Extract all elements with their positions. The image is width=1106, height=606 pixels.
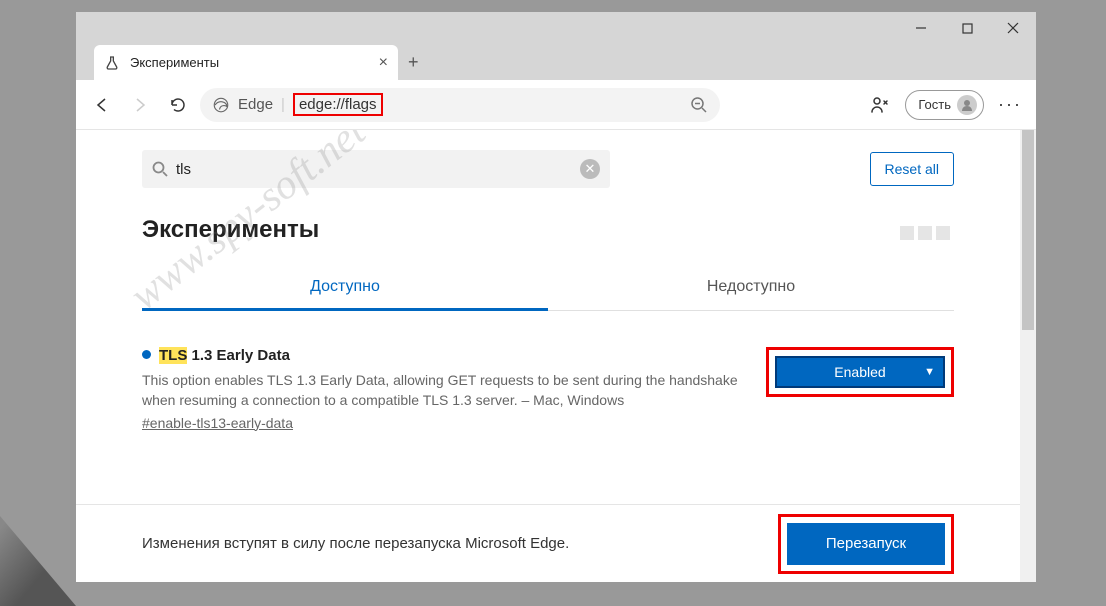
flag-title: TLS 1.3 Early Data bbox=[142, 347, 742, 364]
url-text: edge://flags bbox=[299, 96, 377, 113]
close-button[interactable] bbox=[990, 12, 1036, 44]
bg-decor bbox=[0, 456, 76, 606]
flags-search[interactable]: ✕ bbox=[142, 150, 610, 188]
toolbar: Edge | edge://flags Гость ··· bbox=[76, 80, 1036, 130]
browser-window: Эксперименты × + Edge | edge://flags Гос… bbox=[76, 12, 1036, 582]
tab-title: Эксперименты bbox=[130, 55, 219, 70]
search-input[interactable] bbox=[176, 161, 572, 178]
tab-close-icon[interactable]: × bbox=[379, 54, 388, 72]
flag-state-select[interactable]: Enabled ▼ bbox=[775, 356, 945, 388]
clear-search-icon[interactable]: ✕ bbox=[580, 159, 600, 179]
modified-dot-icon bbox=[142, 350, 151, 359]
avatar-icon bbox=[957, 95, 977, 115]
restart-footer: Изменения вступят в силу после перезапус… bbox=[76, 504, 1020, 582]
flag-select-highlight: Enabled ▼ bbox=[766, 347, 954, 397]
page-content: www.spy-soft.net ✕ Reset all Эксперимент… bbox=[76, 130, 1020, 582]
url-highlight: edge://flags bbox=[293, 93, 383, 116]
restart-button[interactable]: Перезапуск bbox=[787, 523, 945, 565]
address-bar[interactable]: Edge | edge://flags bbox=[200, 88, 720, 122]
toolbar-right: Гость ··· bbox=[863, 89, 1026, 121]
menu-button[interactable]: ··· bbox=[994, 94, 1026, 115]
edge-icon bbox=[212, 96, 230, 114]
new-tab-button[interactable]: + bbox=[408, 52, 419, 73]
window-controls bbox=[898, 12, 1036, 44]
edge-label: Edge bbox=[238, 96, 273, 113]
reset-all-button[interactable]: Reset all bbox=[870, 152, 954, 186]
footer-text: Изменения вступят в силу после перезапус… bbox=[142, 535, 569, 552]
flag-row: TLS 1.3 Early Data This option enables T… bbox=[142, 347, 954, 433]
flag-description: This option enables TLS 1.3 Early Data, … bbox=[142, 370, 742, 411]
maximize-button[interactable] bbox=[944, 12, 990, 44]
flag-hash-link[interactable]: #enable-tls13-early-data bbox=[142, 415, 293, 431]
titlebar: Эксперименты × + bbox=[76, 12, 1036, 80]
tab-available[interactable]: Доступно bbox=[142, 266, 548, 311]
chevron-down-icon: ▼ bbox=[924, 366, 935, 378]
flag-state-value: Enabled bbox=[834, 364, 885, 380]
tab-unavailable[interactable]: Недоступно bbox=[548, 266, 954, 310]
decorative-boxes bbox=[900, 226, 950, 240]
profile-button[interactable]: Гость bbox=[905, 90, 984, 120]
flags-tabs: Доступно Недоступно bbox=[142, 266, 954, 311]
profile-label: Гость bbox=[918, 97, 951, 112]
search-icon bbox=[152, 161, 168, 177]
zoom-icon[interactable] bbox=[690, 96, 708, 114]
collections-icon[interactable] bbox=[863, 89, 895, 121]
page-title: Эксперименты bbox=[142, 216, 954, 244]
minimize-button[interactable] bbox=[898, 12, 944, 44]
refresh-button[interactable] bbox=[162, 89, 194, 121]
restart-highlight: Перезапуск bbox=[778, 514, 954, 574]
browser-tab[interactable]: Эксперименты × bbox=[94, 45, 398, 80]
forward-button[interactable] bbox=[124, 89, 156, 121]
back-button[interactable] bbox=[86, 89, 118, 121]
scrollbar[interactable] bbox=[1020, 130, 1036, 582]
experiments-icon bbox=[104, 55, 120, 71]
scroll-thumb[interactable] bbox=[1022, 130, 1034, 330]
